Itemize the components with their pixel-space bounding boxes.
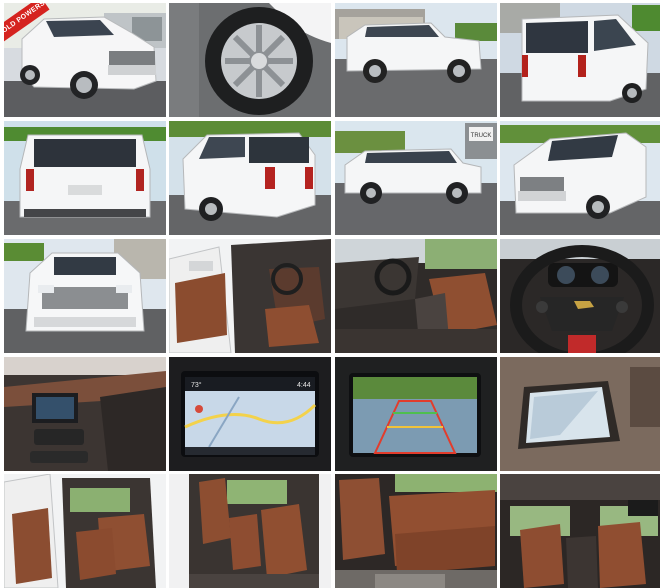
third-row-seats-image [335, 474, 497, 588]
photo-center-console[interactable] [4, 357, 166, 471]
photo-rear-left[interactable] [169, 121, 331, 235]
photo-sunroof[interactable] [500, 357, 660, 471]
photo-backup-camera[interactable] [335, 357, 497, 471]
photo-side-profile-right[interactable]: TRUCK [335, 121, 497, 235]
steering-wheel-image [500, 239, 660, 353]
rear-door-open-image [4, 474, 166, 588]
photo-steering-wheel[interactable] [500, 239, 660, 353]
photo-wheel-closeup[interactable] [169, 3, 331, 117]
navigation-screen-image: 73° 4:44 [169, 357, 331, 471]
rear-left-image [169, 121, 331, 235]
rear-straight-image [4, 121, 166, 235]
sunroof-image [500, 357, 660, 471]
center-console-image [4, 357, 166, 471]
captain-chairs-image [169, 474, 331, 588]
photo-front-right[interactable] [500, 121, 660, 235]
nav-temp: 73° [191, 381, 202, 389]
photo-side-profile[interactable] [335, 3, 497, 117]
front-straight-image [4, 239, 166, 353]
photo-navigation-screen[interactable]: 73° 4:44 [169, 357, 331, 471]
front-right-image [500, 121, 660, 235]
backup-camera-image [335, 357, 497, 471]
wheel-closeup-image [169, 3, 331, 117]
rear-right-image [500, 3, 660, 117]
photo-gallery: SOLD POWERS TRUCK 73° 4:44 [0, 0, 660, 588]
photo-rear-door-open[interactable] [4, 474, 166, 588]
photo-captain-chairs[interactable] [169, 474, 331, 588]
photo-rear-right[interactable] [500, 3, 660, 117]
dealer-sign-text: TRUCK [471, 133, 492, 139]
driver-door-open-image [169, 239, 331, 353]
photo-rear-straight[interactable] [4, 121, 166, 235]
photo-dashboard-driver-seat[interactable] [335, 239, 497, 353]
side-profile-image [335, 3, 497, 117]
photo-front-straight[interactable] [4, 239, 166, 353]
photo-front-left-exterior[interactable]: SOLD POWERS [4, 3, 166, 117]
photo-third-row-seats[interactable] [335, 474, 497, 588]
dashboard-driver-seat-image [335, 239, 497, 353]
photo-rear-cabin-overview[interactable] [500, 474, 660, 588]
nav-time: 4:44 [297, 382, 311, 389]
photo-driver-door-open[interactable] [169, 239, 331, 353]
side-profile-right-image: TRUCK [335, 121, 497, 235]
rear-cabin-overview-image [500, 474, 660, 588]
